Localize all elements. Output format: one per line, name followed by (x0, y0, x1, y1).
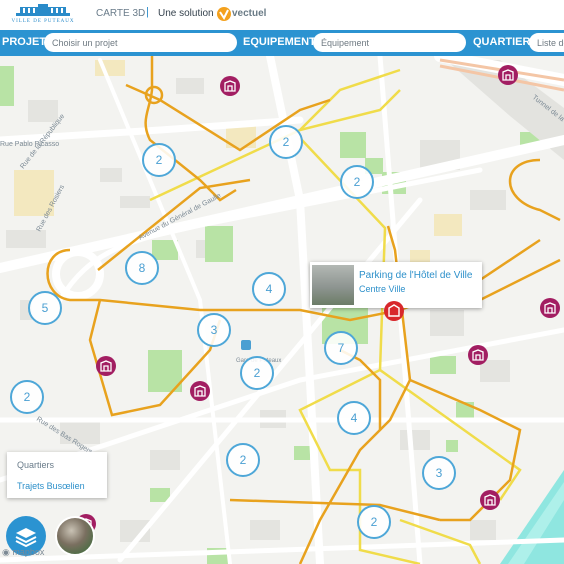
cluster-marker[interactable]: 8 (125, 251, 159, 285)
parking-photo (312, 265, 354, 305)
title-separator: | (146, 6, 149, 18)
map-canvas[interactable]: Rue Pablo Picasso Rue des Rosiers Avenue… (0, 56, 564, 564)
poi-marker[interactable] (498, 65, 518, 85)
mapbox-logo-icon: ◉ (2, 547, 10, 557)
city-logo[interactable]: VILLE DE PUTEAUX (8, 4, 78, 26)
logo-caption: VILLE DE PUTEAUX (11, 19, 75, 24)
street-label-picasso: Rue Pablo Picasso (0, 141, 59, 148)
city-hall-icon (16, 4, 70, 16)
app-title: CARTE 3D (96, 8, 146, 19)
cluster-marker[interactable]: 2 (142, 143, 176, 177)
cluster-marker[interactable]: 2 (226, 443, 260, 477)
cluster-marker[interactable]: 7 (324, 331, 358, 365)
cluster-marker[interactable]: 5 (28, 291, 62, 325)
cluster-marker[interactable]: 2 (340, 165, 374, 199)
quartier-select[interactable] (529, 33, 564, 52)
popup-subtitle: Centre Ville (359, 284, 406, 294)
mapbox-attribution[interactable]: ◉ mapbox (2, 547, 44, 558)
cluster-marker[interactable]: 2 (357, 505, 391, 539)
poi-marker[interactable] (190, 381, 210, 401)
equipement-select[interactable] (313, 33, 466, 52)
building-icon (224, 80, 236, 92)
vendor-name: vectuel (232, 8, 267, 19)
building-icon (544, 302, 556, 314)
vectuel-logo-icon (217, 7, 231, 21)
cluster-marker[interactable]: 2 (269, 125, 303, 159)
cluster-marker[interactable]: 4 (337, 401, 371, 435)
building-icon (484, 494, 496, 506)
building-icon (472, 349, 484, 361)
poi-marker[interactable] (468, 345, 488, 365)
cluster-marker[interactable]: 2 (240, 356, 274, 390)
building-icon (502, 69, 514, 81)
cluster-marker[interactable]: 4 (252, 272, 286, 306)
top-bar: VILLE DE PUTEAUX CARTE 3D | Une solution… (0, 0, 564, 30)
projet-select[interactable] (44, 33, 237, 52)
attribution-label: mapbox (12, 547, 45, 557)
legend-quartiers[interactable]: Quartiers (17, 460, 54, 470)
building-icon (100, 360, 112, 372)
quartier-label: QUARTIER (473, 36, 531, 48)
selected-parking-pin-icon[interactable] (383, 300, 405, 322)
filter-bar: PROJET EQUIPEMENT QUARTIER (0, 30, 564, 56)
basemap-thumbnail[interactable] (55, 516, 95, 556)
cluster-marker[interactable]: 3 (422, 456, 456, 490)
building-icon (194, 385, 206, 397)
poi-marker[interactable] (480, 490, 500, 510)
popup-title: Parking de l'Hôtel de Ville (359, 270, 473, 281)
poi-marker[interactable] (96, 356, 116, 376)
poi-marker[interactable] (540, 298, 560, 318)
legend-panel: Quartiers Trajets Busœlien (7, 452, 107, 498)
poi-marker[interactable] (220, 76, 240, 96)
equipement-label: EQUIPEMENT (243, 36, 316, 48)
cluster-marker[interactable]: 3 (197, 313, 231, 347)
legend-trajets[interactable]: Trajets Busœlien (17, 481, 85, 491)
solution-text: Une solution (158, 8, 214, 19)
projet-label: PROJET (2, 36, 47, 48)
cluster-marker[interactable]: 2 (10, 380, 44, 414)
